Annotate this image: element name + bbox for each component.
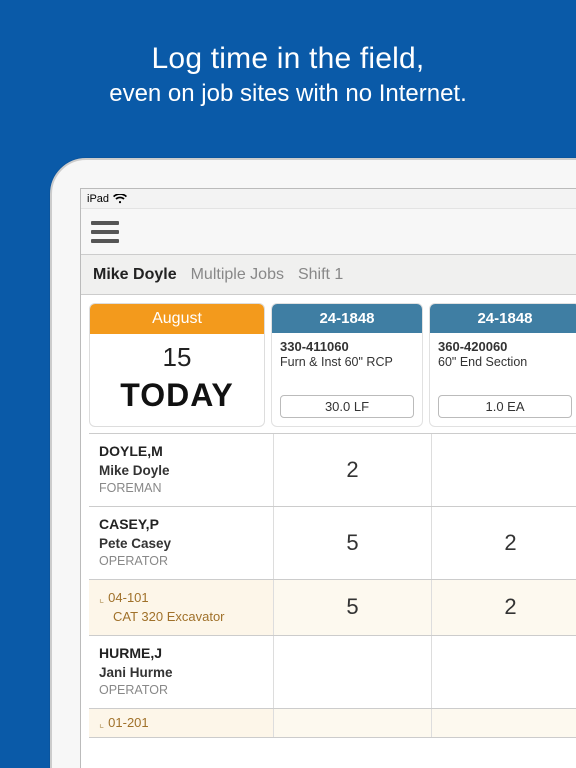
employee-label: HURME,J Jani Hurme OPERATOR [89,636,273,708]
time-cell[interactable]: 2 [431,580,576,635]
time-cell[interactable] [431,709,576,737]
quantity-input[interactable]: 1.0 EA [438,395,572,418]
job-task: 360-420060 60" End Section [430,333,576,391]
time-grid: August 15 TODAY 24-1848 330-411060 Furn … [81,295,576,738]
shift-label: Shift 1 [298,266,343,284]
date-today-label: TODAY [90,373,264,426]
time-cell[interactable]: 2 [273,434,431,506]
employee-label: DOYLE,M Mike Doyle FOREMAN [89,434,273,506]
date-month: August [90,304,264,334]
date-day: 15 [90,334,264,373]
time-cell[interactable]: 2 [431,507,576,579]
job-column[interactable]: 24-1848 360-420060 60" End Section 1.0 E… [429,303,576,427]
top-bar: Time [81,209,576,255]
job-task: 330-411060 Furn & Inst 60" RCP [272,333,422,391]
time-cell[interactable] [273,709,431,737]
menu-icon[interactable] [91,221,119,243]
marketing-headline-1: Log time in the field, [0,42,576,76]
date-card[interactable]: August 15 TODAY [89,303,265,427]
employee-row[interactable]: DOYLE,M Mike Doyle FOREMAN 2 [89,433,576,506]
time-cell[interactable] [273,636,431,708]
equipment-row[interactable]: ⌞01-201 [89,708,576,738]
equipment-row[interactable]: ⌞04-101 CAT 320 Excavator 5 2 [89,579,576,635]
device-frame: iPad Time Mike Doyle Multiple Jobs Shift… [50,158,576,768]
equipment-label: ⌞01-201 [89,709,273,737]
employee-row[interactable]: HURME,J Jani Hurme OPERATOR [89,635,576,708]
job-number: 24-1848 [272,304,422,333]
equipment-label: ⌞04-101 CAT 320 Excavator [89,580,273,635]
job-number: 24-1848 [430,304,576,333]
employee-row[interactable]: CASEY,P Pete Casey OPERATOR 5 2 [89,506,576,579]
employee-label: CASEY,P Pete Casey OPERATOR [89,507,273,579]
marketing-headline-2: even on job sites with no Internet. [0,80,576,108]
job-column[interactable]: 24-1848 330-411060 Furn & Inst 60" RCP 3… [271,303,423,427]
device-label: iPad [87,193,109,205]
quantity-input[interactable]: 30.0 LF [280,395,414,418]
info-bar: Mike Doyle Multiple Jobs Shift 1 [81,255,576,295]
status-bar: iPad [81,189,576,209]
time-cell[interactable]: 5 [273,507,431,579]
time-cell[interactable]: 5 [273,580,431,635]
time-cell[interactable] [431,636,576,708]
time-cell[interactable] [431,434,576,506]
wifi-icon [113,194,127,204]
crew-leader-name: Mike Doyle [93,266,177,284]
jobs-label: Multiple Jobs [191,266,284,284]
